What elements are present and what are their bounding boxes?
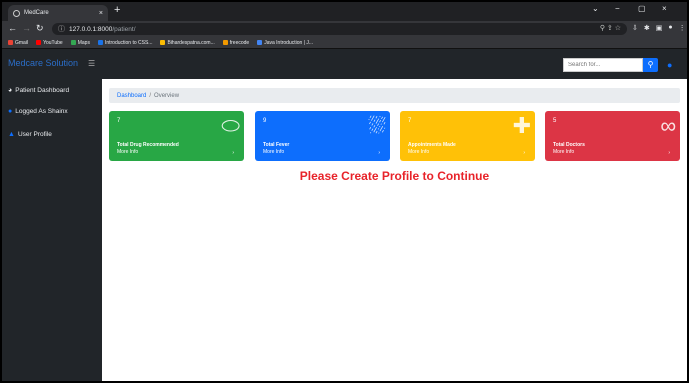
address-row: ← → ↻ ⓘ 127.0.0.1:8000 /patient/ ⚲ ⇪ ☆ ⇩… (2, 21, 687, 37)
sidebar-item-label: User Profile (17, 131, 52, 138)
globe-icon (13, 9, 20, 17)
sidebar-item-label: Logged As Shainx (15, 108, 68, 115)
dashboard-icon: ◕ (8, 87, 13, 94)
breadcrumb-dashboard-link[interactable]: Dashboard (117, 93, 146, 99)
bookmark-label: Gmail (15, 39, 29, 46)
card-more-info-link[interactable]: More Info (553, 149, 574, 155)
user-circle-icon: ● (8, 108, 13, 115)
bookmark-label: freecode (229, 39, 250, 46)
url-path: /patient/ (112, 25, 136, 33)
card-value: 7 (117, 118, 121, 124)
card-more-info-link[interactable]: More Info (263, 149, 284, 155)
app-navbar: Medcare Solution ☰ ⚲ ● (2, 49, 687, 79)
hamburger-icon[interactable]: ☰ (88, 59, 95, 68)
bookmark-maps[interactable]: Maps (70, 39, 90, 46)
main-content: Dashboard / Overview 7 ⬭ Total Drug Reco… (102, 79, 687, 381)
bookmark-label: Bihardespatna.com... (167, 39, 215, 46)
reload-icon[interactable]: ↻ (36, 23, 44, 34)
card-total-doctors: 5 ∞ Total Doctors More Info › (545, 111, 680, 161)
card-value: 7 (408, 118, 412, 124)
card-more-info-link[interactable]: More Info (408, 149, 429, 155)
forward-arrow-icon[interactable]: → (22, 23, 31, 33)
back-arrow-icon[interactable]: ← (8, 23, 17, 33)
close-window-button[interactable]: × (662, 4, 667, 13)
zoom-share-star-icons[interactable]: ⚲ ⇪ ☆ (600, 24, 621, 32)
bookmark-label: Introduction to CSS... (104, 39, 153, 46)
java-icon (257, 40, 263, 45)
new-tab-button[interactable]: + (114, 4, 120, 16)
stethoscope-icon: ∞ (660, 113, 676, 138)
maximize-button[interactable]: ▢ (638, 4, 646, 13)
create-profile-notice: Please Create Profile to Continue (299, 169, 490, 183)
sidebar: ◕ Patient Dashboard ● Logged As Shainx ▲… (2, 79, 102, 381)
browser-window: MedCare × + ⌄ − ▢ × ← → ↻ ⓘ 127.0.0.1:80… (0, 0, 689, 383)
user-icon: ▲ (8, 131, 15, 138)
sidebar-item-user-profile[interactable]: ▲ User Profile (8, 131, 52, 138)
brand-logo[interactable]: Medcare Solution (8, 58, 78, 68)
kebab-menu-icon[interactable]: ⋮ (679, 24, 686, 32)
sidebar-item-patient-dashboard[interactable]: ◕ Patient Dashboard (8, 87, 69, 94)
maps-icon (70, 40, 76, 45)
card-more-info-link[interactable]: More Info (117, 149, 138, 155)
profile-avatar-icon[interactable]: ● (668, 24, 672, 32)
bookmark-java[interactable]: Java Introduction | J... (257, 40, 313, 46)
youtube-icon (36, 40, 42, 45)
medical-file-icon: ✚ (512, 113, 531, 138)
bed-icon: ⛆ (368, 113, 386, 138)
chevron-right-icon[interactable]: › (523, 150, 525, 156)
bookmark-bihar[interactable]: Bihardespatna.com... (160, 39, 215, 46)
card-title: Total Fever (263, 142, 290, 148)
url-host: 127.0.0.1:8000 (69, 25, 113, 33)
tab-close-icon[interactable]: × (99, 10, 103, 17)
chevron-right-icon[interactable]: › (668, 150, 670, 156)
search-input[interactable] (563, 58, 643, 72)
card-drug-recommended: 7 ⬭ Total Drug Recommended More Info › (109, 111, 244, 161)
pills-icon: ⬭ (221, 113, 240, 138)
extensions-icon[interactable]: ✱ (644, 24, 650, 32)
sidepanel-icon[interactable]: ▣ (656, 24, 663, 32)
bookmark-gmail[interactable]: Gmail (8, 40, 28, 46)
card-value: 5 (553, 118, 557, 124)
bookmark-css[interactable]: Introduction to CSS... (97, 39, 153, 46)
tab-search-icon[interactable]: ⌄ (592, 4, 599, 13)
breadcrumb: Dashboard / Overview (109, 88, 680, 103)
bookmark-freecode[interactable]: freecode (222, 39, 250, 46)
card-value: 9 (263, 118, 267, 124)
bookmark-label: YouTube (43, 39, 63, 46)
download-icon[interactable]: ⇩ (632, 24, 638, 32)
search-icon: ⚲ (647, 60, 654, 69)
site-info-icon[interactable]: ⓘ (58, 24, 65, 34)
minimize-button[interactable]: − (615, 4, 620, 13)
css-icon (97, 40, 103, 45)
chevron-right-icon[interactable]: › (378, 150, 380, 156)
tab-title: MedCare (24, 10, 49, 16)
search-button[interactable]: ⚲ (643, 58, 658, 72)
bihar-icon (160, 40, 166, 45)
breadcrumb-separator: / (149, 92, 152, 99)
address-bar[interactable]: ⓘ 127.0.0.1:8000 /patient/ ⚲ ⇪ ☆ (52, 23, 627, 35)
browser-tab[interactable]: MedCare × (8, 5, 108, 21)
sidebar-item-logged-as: ● Logged As Shainx (8, 108, 68, 115)
freecode-icon (222, 40, 228, 45)
bookmark-youtube[interactable]: YouTube (36, 40, 63, 46)
bookmark-label: Maps (77, 39, 90, 46)
chevron-right-icon[interactable]: › (232, 150, 234, 156)
bookmarks-bar: Gmail YouTube Maps Introduction to CSS..… (2, 37, 687, 49)
card-title: Total Doctors (553, 142, 585, 148)
sidebar-item-label: Patient Dashboard (15, 87, 70, 94)
tab-strip: MedCare × + ⌄ − ▢ × (2, 2, 687, 21)
breadcrumb-current: Overview (154, 92, 180, 99)
bookmark-label: Java Introduction | J... (264, 39, 314, 46)
card-title: Total Drug Recommended (117, 142, 179, 148)
card-total-fever: 9 ⛆ Total Fever More Info › (255, 111, 390, 161)
gmail-icon (8, 40, 13, 45)
user-icon[interactable]: ● (667, 60, 672, 70)
card-appointments-made: 7 ✚ Appointments Made More Info › (400, 111, 535, 161)
extension-icons: ⇩ ✱ ▣ ● ⋮ (632, 24, 686, 32)
card-title: Appointments Made (408, 142, 456, 148)
